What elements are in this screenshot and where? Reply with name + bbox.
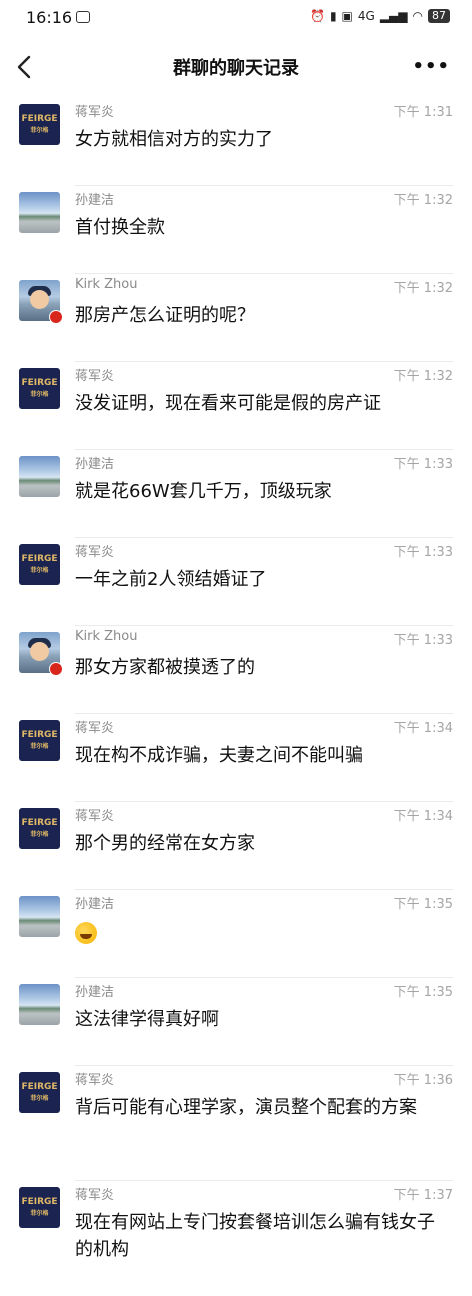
alarm-icon: ⏰ <box>309 9 325 23</box>
logo-subtext: 菲尔格 <box>30 742 49 750</box>
message-text: 女方就相信对方的实力了 <box>75 129 273 150</box>
signal-icon: ▂▄▆ <box>379 9 408 23</box>
message-text: 那个男的经常在女方家 <box>75 833 255 854</box>
avatar-feirage-logo[interactable]: FEIRGE 菲尔格 <box>19 544 60 585</box>
message-text: 这法律学得真好啊 <box>75 1009 219 1030</box>
logo-subtext: 菲尔格 <box>30 830 49 838</box>
message-time: 下午 1:33 <box>393 457 453 472</box>
message-text: 一年之前2人领结婚证了 <box>75 569 267 590</box>
sender-name: 蒋军炎 <box>75 721 115 736</box>
avatar-feirage-logo[interactable]: FEIRGE 菲尔格 <box>19 808 60 849</box>
nav-bar: 群聊的聊天记录 ••• <box>0 36 472 98</box>
sender-name: 蒋军炎 <box>75 105 115 120</box>
sender-name: 孙建洁 <box>75 457 115 472</box>
avatar-feirage-logo[interactable]: FEIRGE 菲尔格 <box>19 1072 60 1113</box>
avatar-face <box>30 642 49 661</box>
message-row[interactable]: 孙建洁 下午 1:32 首付换全款 <box>0 186 472 274</box>
logo-text: FEIRGE <box>21 377 58 388</box>
sender-name: 孙建洁 <box>75 193 115 208</box>
message-row[interactable]: 孙建洁 下午 1:35 <box>0 890 472 978</box>
message-row[interactable]: FEIRGE 菲尔格 蒋军炎 下午 1:34 现在构不成诈骗，夫妻之间不能叫骗 <box>0 714 472 802</box>
page-title: 群聊的聊天记录 <box>173 58 299 79</box>
message-time: 下午 1:33 <box>393 633 453 648</box>
message-row[interactable]: FEIRGE 菲尔格 蒋军炎 下午 1:34 那个男的经常在女方家 <box>0 802 472 890</box>
sender-name: 蒋军炎 <box>75 809 115 824</box>
avatar-face <box>30 290 49 309</box>
avatar-sky-landscape[interactable] <box>19 896 60 937</box>
avatar-feirage-logo[interactable]: FEIRGE 菲尔格 <box>19 368 60 409</box>
avatar-feirage-logo[interactable]: FEIRGE 菲尔格 <box>19 1187 60 1228</box>
app-notification-icon <box>76 11 90 23</box>
avatar-anime-boy[interactable] <box>19 632 63 676</box>
message-row[interactable]: Kirk Zhou 下午 1:33 那女方家都被摸透了的 <box>0 626 472 714</box>
more-options-icon[interactable]: ••• <box>412 56 450 77</box>
message-time: 下午 1:34 <box>393 721 453 736</box>
sender-name: 蒋军炎 <box>75 1073 115 1088</box>
flag-badge-icon <box>49 310 63 324</box>
logo-text: FEIRGE <box>21 817 58 828</box>
message-text: 现在有网站上专门按套餐培训怎么骗有钱女子的机构 <box>75 1212 435 1260</box>
message-time: 下午 1:35 <box>393 897 453 912</box>
battery-level: 87 <box>428 9 450 23</box>
message-text <box>75 918 452 948</box>
logo-text: FEIRGE <box>21 729 58 740</box>
message-list[interactable]: FEIRGE 菲尔格 蒋军炎 下午 1:31 女方就相信对方的实力了 孙建洁 下午 1:32… <box>0 98 472 1296</box>
message-row[interactable]: FEIRGE 菲尔格 蒋军炎 下午 1:32 没发证明，现在看来可能是假的房产证 <box>0 362 472 450</box>
logo-text: FEIRGE <box>21 1196 58 1207</box>
message-text: 现在构不成诈骗，夫妻之间不能叫骗 <box>75 745 363 766</box>
message-row[interactable]: FEIRGE 菲尔格 蒋军炎 下午 1:37 现在有网站上专门按套餐培训怎么骗有钱女子的… <box>0 1181 472 1296</box>
message-text: 首付换全款 <box>75 217 165 238</box>
message-time: 下午 1:34 <box>393 809 453 824</box>
laughing-crying-emoji <box>75 922 97 944</box>
message-time: 下午 1:35 <box>393 985 453 1000</box>
sender-name: 孙建洁 <box>75 897 115 912</box>
status-bar: 16:16 ⏰ ▮ ▣ 4G ▂▄▆ ◠ 87 <box>0 0 472 36</box>
avatar-feirage-logo[interactable]: FEIRGE 菲尔格 <box>19 720 60 761</box>
message-text: 背后可能有心理学家，演员整个配套的方案 <box>75 1097 417 1118</box>
wifi-icon: ◠ <box>412 9 423 23</box>
message-row[interactable]: 孙建洁 下午 1:35 这法律学得真好啊 <box>0 978 472 1066</box>
status-icons: ⏰ ▮ ▣ 4G ▂▄▆ ◠ 87 <box>310 9 450 23</box>
message-time: 下午 1:31 <box>393 105 453 120</box>
status-time: 16:16 <box>26 8 73 27</box>
sender-name: 蒋军炎 <box>75 545 115 560</box>
message-time: 下午 1:37 <box>393 1188 453 1203</box>
message-text: 就是花66W套几千万，顶级玩家 <box>75 481 332 502</box>
logo-subtext: 菲尔格 <box>30 1094 49 1102</box>
logo-text: FEIRGE <box>21 553 58 564</box>
logo-subtext: 菲尔格 <box>30 566 49 574</box>
hd-icon: ▣ <box>341 9 353 23</box>
message-text: 那女方家都被摸透了的 <box>75 657 255 678</box>
logo-text: FEIRGE <box>21 1081 58 1092</box>
message-time: 下午 1:33 <box>393 545 453 560</box>
message-row[interactable]: FEIRGE 菲尔格 蒋军炎 下午 1:31 女方就相信对方的实力了 <box>0 98 472 186</box>
avatar-sky-landscape[interactable] <box>19 984 60 1025</box>
flag-badge-icon <box>49 662 63 676</box>
avatar-sky-landscape[interactable] <box>19 456 60 497</box>
message-row[interactable]: FEIRGE 菲尔格 蒋军炎 下午 1:36 背后可能有心理学家，演员整个配套的方案 <box>0 1066 472 1181</box>
sender-name: Kirk Zhou <box>75 277 138 292</box>
avatar-feirage-logo[interactable]: FEIRGE 菲尔格 <box>19 104 60 145</box>
message-text: 没发证明，现在看来可能是假的房产证 <box>75 393 381 414</box>
sender-name: Kirk Zhou <box>75 629 138 644</box>
logo-subtext: 菲尔格 <box>30 390 49 398</box>
logo-subtext: 菲尔格 <box>30 126 49 134</box>
avatar-sky-landscape[interactable] <box>19 192 60 233</box>
message-time: 下午 1:32 <box>393 369 453 384</box>
message-time: 下午 1:36 <box>393 1073 453 1088</box>
logo-subtext: 菲尔格 <box>30 1209 49 1217</box>
sender-name: 蒋军炎 <box>75 369 115 384</box>
vibrate-icon: ▮ <box>329 9 337 23</box>
sender-name: 孙建洁 <box>75 985 115 1000</box>
message-row[interactable]: 孙建洁 下午 1:33 就是花66W套几千万，顶级玩家 <box>0 450 472 538</box>
logo-text: FEIRGE <box>21 113 58 124</box>
message-time: 下午 1:32 <box>393 193 453 208</box>
sender-name: 蒋军炎 <box>75 1188 115 1203</box>
network-type: 4G <box>357 9 375 23</box>
message-text: 那房产怎么证明的呢？ <box>75 305 255 326</box>
message-row[interactable]: FEIRGE 菲尔格 蒋军炎 下午 1:33 一年之前2人领结婚证了 <box>0 538 472 626</box>
avatar-anime-boy[interactable] <box>19 280 63 324</box>
message-time: 下午 1:32 <box>393 281 453 296</box>
message-row[interactable]: Kirk Zhou 下午 1:32 那房产怎么证明的呢？ <box>0 274 472 362</box>
